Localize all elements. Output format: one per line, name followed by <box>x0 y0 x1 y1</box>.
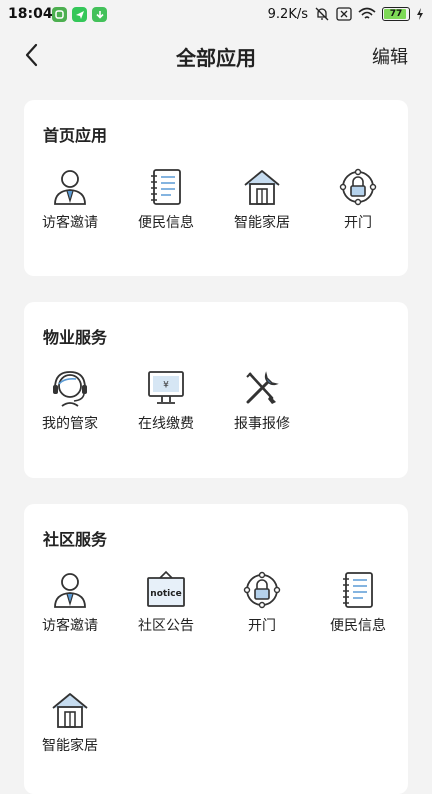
status-bar: 18:04 9.2K/s 77 <box>0 0 432 30</box>
app-item-community-notice[interactable]: notice 社区公告 <box>126 570 206 650</box>
door-lock-icon <box>243 571 281 609</box>
charging-icon <box>417 8 423 20</box>
status-right: 9.2K/s 77 <box>268 6 424 22</box>
app-label: 社区公告 <box>138 618 194 634</box>
repair-tools-icon <box>246 371 279 404</box>
app-label: 开门 <box>248 618 276 634</box>
door-lock-icon <box>339 168 377 206</box>
mute-bell-icon <box>315 7 329 21</box>
app-notification-icon <box>52 7 67 22</box>
notice-sign-text: notice <box>150 589 181 599</box>
section-card-property-services: 物业服务 我的管家 ¥ 在线缴费 报事报修 <box>24 302 408 478</box>
notebook-icon <box>343 572 373 608</box>
app-item-repair[interactable]: 报事报修 <box>222 368 302 448</box>
send-notification-icon <box>72 7 87 22</box>
notice-board-icon: notice <box>147 570 185 607</box>
smart-home-icon <box>244 170 280 205</box>
app-item-smart-home[interactable]: 智能家居 <box>222 167 302 247</box>
sim-x-icon <box>336 7 352 21</box>
app-label: 智能家居 <box>42 738 98 754</box>
app-item-butler[interactable]: 我的管家 <box>30 368 110 448</box>
smart-home-icon <box>52 693 88 728</box>
app-item-open-door[interactable]: 开门 <box>222 570 302 650</box>
yen-symbol: ¥ <box>163 381 169 391</box>
app-label: 在线缴费 <box>138 416 194 432</box>
app-item-info[interactable]: 便民信息 <box>126 167 206 247</box>
app-item-online-payment[interactable]: ¥ 在线缴费 <box>126 368 206 448</box>
app-label: 便民信息 <box>330 618 386 634</box>
app-label: 访客邀请 <box>42 215 98 231</box>
app-item-open-door[interactable]: 开门 <box>318 167 398 247</box>
app-item-smart-home[interactable]: 智能家居 <box>30 690 110 770</box>
battery-icon: 77 <box>382 7 410 21</box>
page-title: 全部应用 <box>176 46 256 70</box>
visitor-icon <box>54 573 86 608</box>
status-time: 18:04 <box>8 6 53 22</box>
app-label: 智能家居 <box>234 215 290 231</box>
section-title: 首页应用 <box>43 126 108 145</box>
network-speed: 9.2K/s <box>267 6 308 22</box>
app-item-info[interactable]: 便民信息 <box>318 570 398 650</box>
download-notification-icon <box>92 7 107 22</box>
edit-button[interactable]: 编辑 <box>372 43 408 69</box>
section-card-home-apps: 首页应用 访客邀请 便民信息 智能家居 开门 <box>24 100 408 276</box>
app-label: 我的管家 <box>42 416 98 432</box>
app-label: 访客邀请 <box>42 618 98 634</box>
visitor-icon <box>54 170 86 205</box>
wifi-icon <box>358 7 376 19</box>
app-label: 便民信息 <box>138 215 194 231</box>
nav-bar: 全部应用 编辑 <box>0 30 432 82</box>
app-item-visitor[interactable]: 访客邀请 <box>30 167 110 247</box>
app-item-visitor[interactable]: 访客邀请 <box>30 570 110 650</box>
section-card-community-services: 社区服务 访客邀请 notice 社区公告 开门 便民信息 智能家居 <box>24 504 408 794</box>
section-title: 社区服务 <box>43 530 108 549</box>
monitor-payment-icon: ¥ <box>148 371 184 404</box>
headset-butler-icon <box>53 371 87 407</box>
app-label: 报事报修 <box>234 416 290 432</box>
notebook-icon <box>151 169 181 205</box>
app-label: 开门 <box>344 215 372 231</box>
section-title: 物业服务 <box>43 328 108 347</box>
